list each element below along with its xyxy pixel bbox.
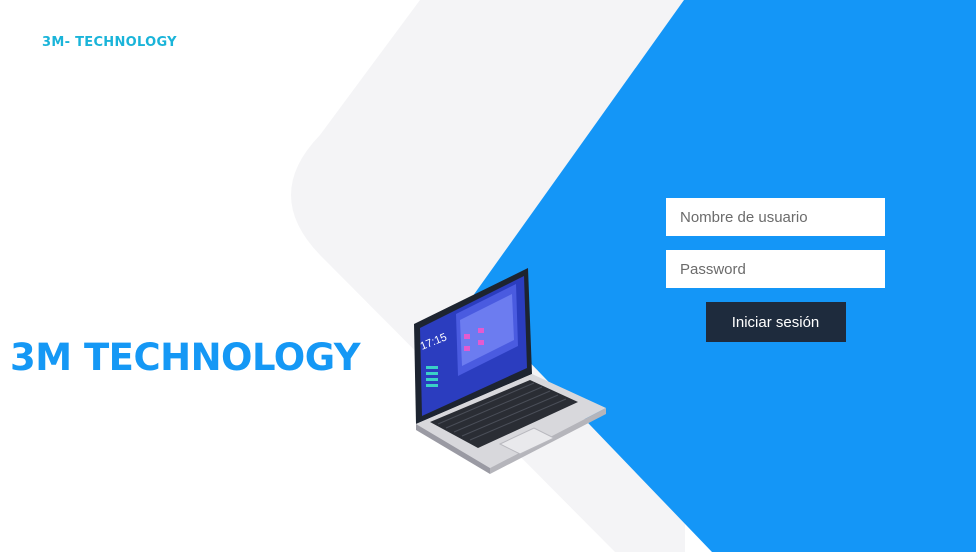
hero-brand-title: 3M TECHNOLOGY — [10, 336, 361, 379]
username-field[interactable] — [666, 198, 885, 236]
login-button[interactable]: Iniciar sesión — [705, 302, 846, 342]
laptop-illustration: 17:15 — [414, 268, 606, 474]
password-field[interactable] — [666, 250, 885, 288]
header-brand: 3M- TECHNOLOGY — [42, 35, 177, 50]
login-form: Iniciar sesión — [666, 198, 885, 342]
